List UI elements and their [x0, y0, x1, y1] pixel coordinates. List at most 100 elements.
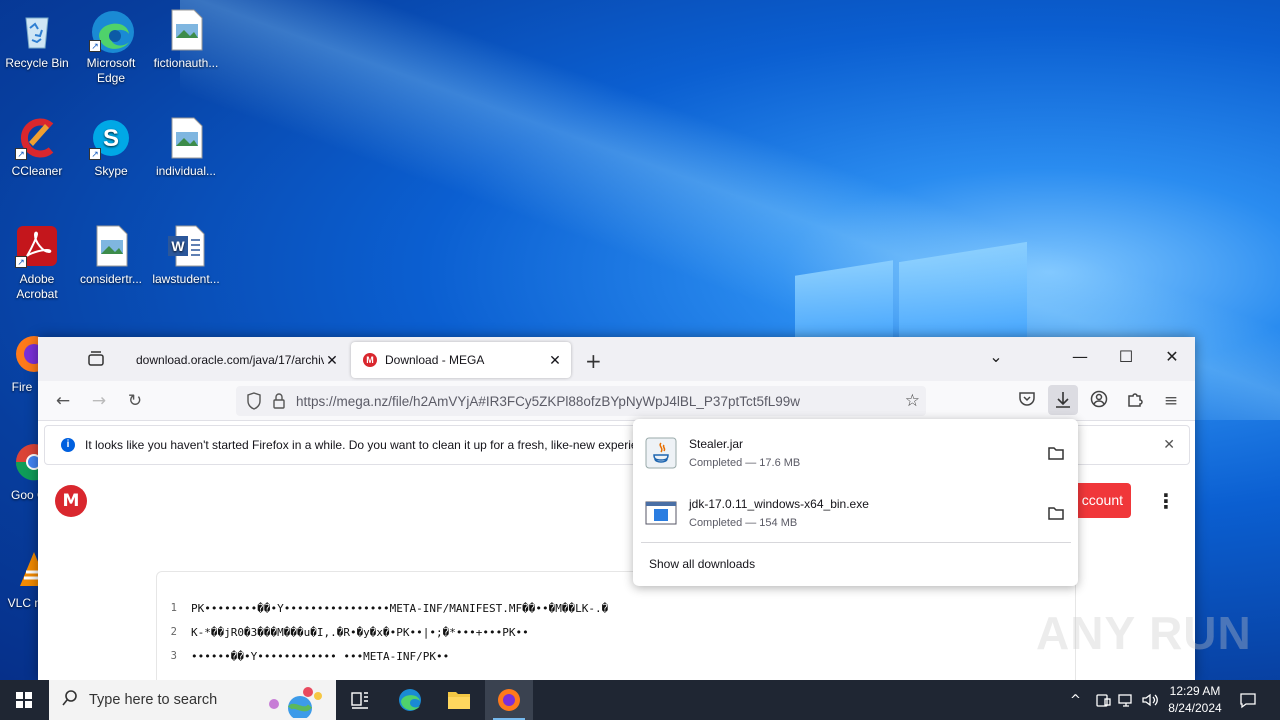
tab-bar: download.oracle.com/java/17/archive/jdk-…	[38, 337, 1195, 381]
line-content: ••••••��•Y•••••••••••• •••META-INF/PK••	[191, 650, 450, 663]
code-line: 1 PK••••••••��•Y••••••••••••••••META-INF…	[157, 602, 609, 620]
desktop-icon-label: Fire	[11, 380, 33, 394]
desktop-icon-ccleaner[interactable]: ↗ CCleaner	[2, 116, 72, 179]
svg-text:S: S	[103, 125, 119, 152]
desktop-icon-individual[interactable]: individual...	[151, 116, 221, 179]
recycle-bin-icon	[15, 8, 59, 52]
downloads-panel: Stealer.jar Completed — 17.6 MB jdk-17.0…	[633, 419, 1078, 586]
desktop-icon-considertr[interactable]: considertr...	[76, 224, 146, 287]
minimize-icon[interactable]: —	[1065, 347, 1095, 366]
taskbar-firefox[interactable]	[485, 680, 533, 720]
clock-date: 8/24/2024	[1168, 701, 1222, 715]
tab-mega-download[interactable]: M Download - MEGA ✕	[351, 342, 571, 378]
word-document-icon: W	[164, 224, 208, 268]
start-button[interactable]	[0, 680, 48, 720]
download-filename: Stealer.jar	[689, 437, 744, 451]
reload-icon[interactable]: ↻	[124, 390, 146, 412]
close-notification-icon[interactable]: ✕	[1163, 436, 1175, 453]
desktop-icon-vlc[interactable]: VLC n play	[2, 548, 42, 611]
show-all-downloads-link[interactable]: Show all downloads	[649, 557, 755, 571]
windows-start-icon	[16, 692, 32, 708]
action-center-notification-icon[interactable]	[1238, 680, 1258, 720]
desktop-icon-label: CCleaner	[11, 164, 63, 178]
close-tab-icon[interactable]: ✕	[547, 352, 563, 369]
maximize-icon[interactable]: ☐	[1111, 347, 1141, 366]
desktop-icon-firefox[interactable]: Fire	[2, 332, 42, 395]
desktop-icon-label: VLC n play	[7, 596, 42, 610]
extensions-puzzle-icon[interactable]	[1124, 390, 1146, 412]
taskbar-search-box[interactable]: Type here to search	[49, 680, 336, 720]
tab-oracle-download[interactable]: download.oracle.com/java/17/archive/jdk-…	[124, 342, 348, 378]
open-folder-icon[interactable]	[1041, 438, 1071, 468]
account-icon[interactable]	[1088, 390, 1110, 412]
task-view-icon	[351, 692, 368, 709]
volume-icon[interactable]	[1141, 680, 1159, 720]
anyrun-watermark: ANY RUN	[1036, 607, 1252, 659]
padlock-icon[interactable]	[272, 392, 286, 413]
shortcut-arrow-icon: ↗	[15, 148, 27, 160]
downloads-button[interactable]	[1048, 385, 1078, 415]
clock-time: 12:29 AM	[1169, 684, 1221, 698]
forward-arrow-icon[interactable]: →	[88, 390, 110, 412]
java-file-icon	[645, 437, 677, 469]
desktop-icon-fictionauth[interactable]: fictionauth...	[151, 8, 221, 71]
taskbar-file-explorer[interactable]	[435, 680, 483, 720]
download-item-jdk-exe[interactable]: jdk-17.0.11_windows-x64_bin.exe Complete…	[641, 487, 1071, 539]
hamburger-menu-icon[interactable]: ≡	[1160, 390, 1182, 412]
network-icon[interactable]	[1117, 680, 1135, 720]
task-view-button[interactable]	[336, 680, 384, 720]
desktop-icon-lawstudent[interactable]: W lawstudent...	[151, 224, 221, 287]
tab-title: download.oracle.com/java/17/archive/jdk-…	[136, 353, 324, 367]
desktop-icon-adobe-acrobat[interactable]: ↗ Adobe Acrobat	[2, 224, 72, 302]
taskbar: Type here to search ^ 12:29 AM 8/24/2024	[0, 680, 1280, 720]
search-icon	[61, 689, 79, 711]
exe-file-icon	[645, 497, 677, 529]
desktop-icon-label: considertr...	[79, 272, 143, 286]
bookmark-star-icon[interactable]: ☆	[905, 391, 920, 411]
desktop-icon-label: Microsoft Edge	[86, 56, 136, 85]
taskbar-edge[interactable]	[386, 680, 434, 720]
close-tab-icon[interactable]: ✕	[324, 352, 340, 369]
download-item-stealer-jar[interactable]: Stealer.jar Completed — 17.6 MB	[641, 427, 1071, 479]
windows-logo-wallpaper	[795, 240, 1035, 366]
image-file-icon	[164, 8, 208, 52]
desktop-icon-google-chrome[interactable]: Goo Chro	[2, 440, 42, 503]
new-tab-plus-icon[interactable]: +	[585, 349, 602, 373]
url-bar[interactable]: https://mega.nz/file/h2AmVYjA#IR3FCy5ZKP…	[236, 386, 926, 416]
system-clock[interactable]: 12:29 AM 8/24/2024	[1160, 683, 1230, 717]
navigation-toolbar: ← → ↻ https://mega.nz/file/h2AmVYjA#IR3F…	[38, 381, 1195, 421]
tab-title: Download - MEGA	[385, 353, 485, 367]
image-file-icon	[164, 116, 208, 160]
notification-text: It looks like you haven't started Firefo…	[85, 438, 638, 452]
line-content: PK••••••••��•Y••••••••••••••••META-INF/M…	[191, 602, 609, 615]
desktop-icon-label: Adobe Acrobat	[16, 272, 58, 301]
more-options-kebab-icon[interactable]: ⋮	[1156, 489, 1176, 513]
mega-logo-icon[interactable]: M	[55, 485, 87, 517]
desktop-icon-skype[interactable]: S ↗ Skype	[76, 116, 146, 179]
download-status: Completed — 154 MB	[689, 517, 798, 529]
desktop-icon-recycle-bin[interactable]: Recycle Bin	[2, 8, 72, 71]
open-folder-icon[interactable]	[1041, 498, 1071, 528]
download-status: Completed — 17.6 MB	[689, 457, 801, 469]
firefox-view-icon[interactable]	[86, 349, 108, 369]
pocket-icon[interactable]	[1016, 390, 1038, 412]
shortcut-arrow-icon: ↗	[89, 40, 101, 52]
tracking-protection-shield-icon[interactable]	[246, 392, 262, 413]
device-icon[interactable]	[1094, 680, 1112, 720]
back-arrow-icon[interactable]: ←	[52, 390, 74, 412]
code-line: 3 ••••••��•Y•••••••••••• •••META-INF/PK•…	[157, 650, 450, 668]
download-filename: jdk-17.0.11_windows-x64_bin.exe	[689, 497, 869, 511]
folder-icon	[448, 692, 470, 709]
desktop-icon-label: fictionauth...	[153, 56, 219, 70]
edge-icon	[399, 689, 421, 711]
desktop-icon-label: individual...	[155, 164, 217, 178]
show-hidden-icons-chevron-icon[interactable]: ^	[1070, 680, 1081, 720]
url-text: https://mega.nz/file/h2AmVYjA#IR3FCy5ZKP…	[296, 393, 800, 409]
desktop-icon-microsoft-edge[interactable]: ↗ Microsoft Edge	[76, 8, 146, 86]
acrobat-icon: ↗	[15, 224, 59, 268]
info-icon: i	[61, 438, 75, 452]
desktop-icon-label: Goo Chro	[10, 488, 42, 502]
list-all-tabs-chevron-icon[interactable]: ⌄	[981, 347, 1011, 366]
close-window-icon[interactable]: ✕	[1157, 347, 1187, 366]
shortcut-arrow-icon: ↗	[89, 148, 101, 160]
